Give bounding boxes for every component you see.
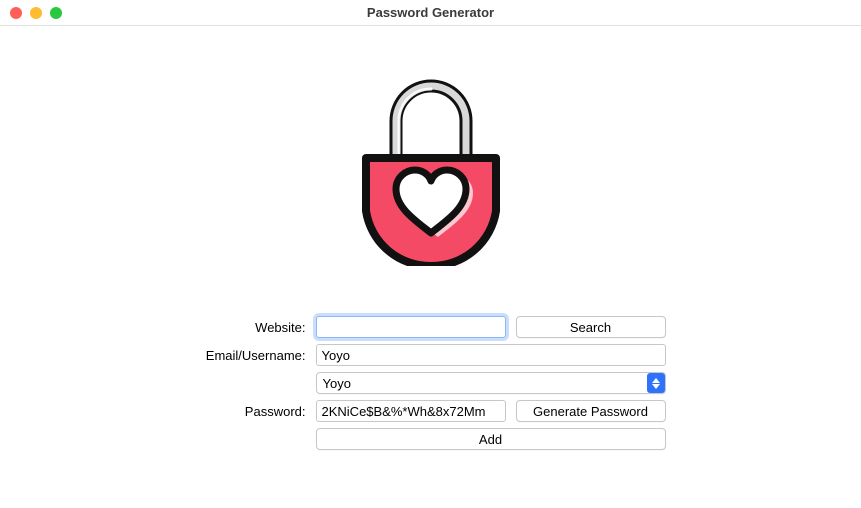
lock-heart-icon <box>346 66 516 266</box>
email-select[interactable]: Yoyo <box>316 372 666 394</box>
website-row: Search <box>316 316 666 338</box>
window-controls <box>10 7 62 19</box>
generate-password-button[interactable]: Generate Password <box>516 400 666 422</box>
close-window-button[interactable] <box>10 7 22 19</box>
website-input[interactable] <box>316 316 506 338</box>
password-input[interactable] <box>316 400 506 422</box>
add-row: Add <box>316 428 666 450</box>
chevron-up-down-icon <box>647 373 665 393</box>
minimize-window-button[interactable] <box>30 7 42 19</box>
password-label: Password: <box>196 404 306 419</box>
password-form: Website: Search Email/Username: Yoyo Pas… <box>196 316 666 450</box>
email-input[interactable] <box>316 344 666 366</box>
window-titlebar: Password Generator <box>0 0 861 26</box>
email-select-value: Yoyo <box>323 376 351 391</box>
email-label: Email/Username: <box>196 348 306 363</box>
fullscreen-window-button[interactable] <box>50 7 62 19</box>
password-row: Generate Password <box>316 400 666 422</box>
window-title: Password Generator <box>0 5 861 20</box>
app-logo <box>331 66 531 266</box>
add-button[interactable]: Add <box>316 428 666 450</box>
email-row <box>316 344 666 366</box>
app-content: Website: Search Email/Username: Yoyo Pas… <box>0 26 861 450</box>
email-select-row: Yoyo <box>316 372 666 394</box>
search-button[interactable]: Search <box>516 316 666 338</box>
website-label: Website: <box>196 320 306 335</box>
